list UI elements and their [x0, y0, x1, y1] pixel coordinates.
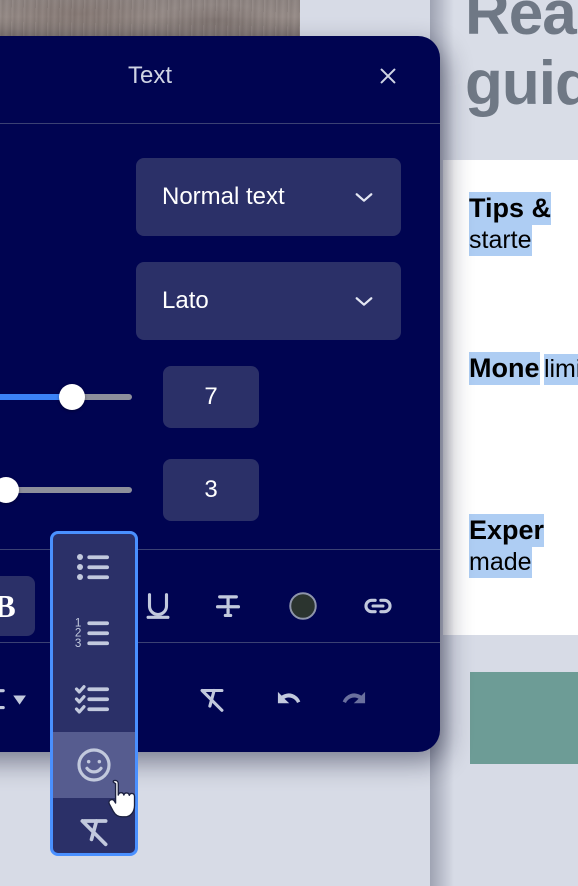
- bold-icon: B: [0, 587, 16, 624]
- type-select[interactable]: Normal text: [136, 158, 401, 236]
- block-heading: Tips &: [469, 192, 552, 225]
- block-heading: Exper: [469, 514, 545, 547]
- link-icon: [364, 598, 392, 614]
- size-value-input[interactable]: 7: [163, 366, 259, 428]
- spacing-value-input[interactable]: 3: [163, 459, 259, 521]
- header-divider: [0, 123, 440, 124]
- document-hero: Rea guid: [443, 0, 578, 160]
- clear-format-icon: [200, 688, 224, 712]
- numbered-list-icon: 1 2 3: [75, 616, 109, 650]
- document-block: Tips & starte: [469, 192, 578, 257]
- wood-texture-banner: [0, 0, 300, 38]
- link-button[interactable]: [348, 576, 408, 636]
- block-body: starte: [469, 224, 532, 257]
- emoji-icon: [77, 748, 111, 782]
- clear-format-icon: [80, 819, 108, 847]
- emoji-option[interactable]: [53, 732, 135, 798]
- close-icon[interactable]: [374, 62, 402, 90]
- strikethrough-icon: [215, 595, 241, 618]
- screen: Rea guid Tips & starte Mone limite Exper…: [0, 0, 578, 886]
- clear-formatting-button[interactable]: [182, 669, 242, 729]
- color-swatch-icon: [289, 592, 317, 620]
- size-slider[interactable]: [0, 367, 134, 427]
- document-block: Exper made: [469, 514, 578, 579]
- spacing-row: Spacing 3: [0, 459, 440, 521]
- strikethrough-button[interactable]: [198, 576, 258, 636]
- type-value: Normal text: [162, 183, 285, 210]
- spacing-slider[interactable]: [0, 460, 134, 520]
- size-slider-thumb[interactable]: [58, 384, 85, 410]
- bullet-list-icon: [77, 554, 109, 580]
- redo-button[interactable]: [328, 669, 388, 729]
- spacing-slider-thumb[interactable]: [0, 477, 19, 503]
- size-row: Size 7: [0, 366, 440, 428]
- underline-icon: [146, 593, 170, 619]
- check-list-icon: [74, 685, 109, 714]
- block-body: made: [469, 546, 532, 579]
- document-block: Mone limite: [469, 352, 578, 386]
- type-row: Type Normal text: [0, 158, 440, 236]
- font-row: Font Lato: [0, 262, 440, 340]
- text-color-button[interactable]: [273, 576, 333, 636]
- clear-format-option[interactable]: [53, 798, 135, 853]
- checklist-option[interactable]: [53, 666, 135, 732]
- hero-title-line2: guid: [465, 49, 578, 118]
- panel-header: Text: [0, 36, 440, 116]
- align-button[interactable]: [0, 669, 48, 729]
- block-heading: Mone: [469, 352, 540, 385]
- bulleted-list-option[interactable]: [53, 534, 135, 600]
- svg-text:3: 3: [75, 637, 81, 650]
- undo-button[interactable]: [255, 669, 315, 729]
- undo-icon: [277, 691, 301, 704]
- size-slider-track: [0, 384, 132, 410]
- chevron-down-icon: [353, 190, 375, 204]
- font-value: Lato: [162, 287, 209, 314]
- bold-button[interactable]: B: [0, 576, 35, 636]
- align-left-caret-icon: [0, 689, 26, 710]
- hero-title-line1: Rea: [465, 0, 577, 48]
- document-page: Rea guid Tips & starte Mone limite Exper…: [443, 0, 578, 886]
- redo-icon: [342, 691, 366, 704]
- font-select[interactable]: Lato: [136, 262, 401, 340]
- spacing-slider-track: [0, 477, 132, 503]
- numbered-list-option[interactable]: 1 2 3: [53, 600, 135, 666]
- list-options-flyout: 1 2 3: [50, 531, 138, 856]
- block-body: limite: [543, 354, 578, 386]
- chevron-down-icon: [353, 294, 375, 308]
- document-image-placeholder: [470, 672, 578, 764]
